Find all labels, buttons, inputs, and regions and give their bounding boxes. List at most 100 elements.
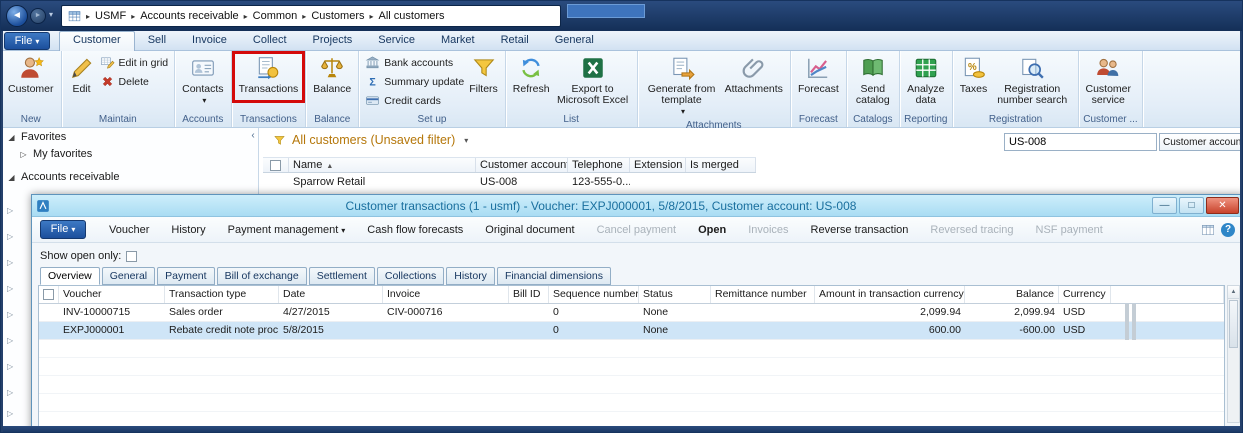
attachments-button[interactable]: Attachments [722,53,786,97]
help-icon[interactable]: ? [1221,223,1235,237]
analyze-data-button[interactable]: Analyze data [904,53,948,108]
select-all-cell[interactable] [39,286,59,303]
list-filter-header[interactable]: All customers (Unsaved filter) ▾ [273,133,468,147]
tab-general[interactable]: General [102,267,155,285]
tree-collapsed-icon[interactable]: ▷ [7,206,13,215]
menu-original-document[interactable]: Original document [474,224,585,236]
col-sequence-number[interactable]: Sequence number [549,286,639,303]
credit-cards-button[interactable]: Credit cards [363,91,466,110]
menu-history[interactable]: History [160,224,216,236]
transactions-button[interactable]: Transactions [236,53,302,97]
menu-nsf-payment[interactable]: NSF payment [1025,224,1114,236]
tab-projects[interactable]: Projects [300,31,366,51]
transaction-row[interactable]: INV-10000715 Sales order 4/27/2015 CIV-0… [39,304,1224,322]
customer-new-button[interactable]: Customer [5,53,57,97]
vertical-scrollbar[interactable]: ▲ [1227,285,1240,423]
menu-cash-flow-forecasts[interactable]: Cash flow forecasts [356,224,474,236]
column-layout-icon[interactable] [1201,223,1215,237]
tree-collapsed-icon[interactable]: ▷ [19,150,28,159]
tab-retail[interactable]: Retail [488,31,542,51]
menu-open[interactable]: Open [687,224,737,236]
nav-item-accounts-receivable[interactable]: ◢ Accounts receivable [1,168,258,185]
breadcrumb-item-module[interactable]: Accounts receivable [140,10,238,22]
col-amount[interactable]: Amount in transaction currency [815,286,965,303]
tree-expanded-icon[interactable]: ◢ [7,173,16,182]
summary-update-button[interactable]: Summary update [363,72,466,91]
quick-filter-input[interactable] [1004,133,1157,151]
tab-service[interactable]: Service [365,31,428,51]
breadcrumb-item-page[interactable]: All customers [379,10,445,22]
select-all-checkbox[interactable] [263,158,289,172]
checkbox[interactable] [270,160,281,171]
send-catalog-button[interactable]: Send catalog [851,53,895,108]
contacts-button[interactable]: Contacts ▾ [179,53,226,108]
filters-button[interactable]: Filters [466,53,501,97]
col-name[interactable]: Name▲ [289,158,476,172]
window-title-bar[interactable]: Customer transactions (1 - usmf) - Vouch… [32,195,1243,217]
tree-collapsed-icon[interactable]: ▷ [7,336,13,345]
show-open-only-checkbox[interactable] [126,251,137,262]
menu-payment-management[interactable]: Payment management▾ [217,224,357,236]
tab-settlement[interactable]: Settlement [309,267,375,285]
bank-accounts-button[interactable]: Bank accounts [363,53,466,72]
col-remittance-number[interactable]: Remittance number [711,286,815,303]
tree-collapsed-icon[interactable]: ▷ [7,310,13,319]
tree-expanded-icon[interactable]: ◢ [7,133,16,142]
col-is-merged[interactable]: Is merged [686,158,756,172]
tree-collapsed-icon[interactable]: ▷ [7,232,13,241]
tab-customer[interactable]: Customer [59,31,135,51]
tab-history[interactable]: History [446,267,495,285]
back-button[interactable]: ◄ [6,5,28,27]
tab-sell[interactable]: Sell [135,31,179,51]
forecast-button[interactable]: Forecast [795,53,842,97]
col-telephone[interactable]: Telephone [568,158,630,172]
tree-collapsed-icon[interactable]: ▷ [7,388,13,397]
menu-voucher[interactable]: Voucher [98,224,160,236]
col-voucher[interactable]: Voucher [59,286,165,303]
balance-button[interactable]: Balance [310,53,354,97]
col-invoice[interactable]: Invoice [383,286,509,303]
transaction-row-selected[interactable]: EXPJ000001 Rebate credit note proc... 5/… [39,322,1224,340]
maximize-button[interactable]: □ [1179,197,1204,214]
nav-pane-collapse-button[interactable]: ‹ [247,130,259,143]
tab-collect[interactable]: Collect [240,31,300,51]
tab-payment[interactable]: Payment [157,267,214,285]
col-transaction-type[interactable]: Transaction type [165,286,279,303]
col-extension[interactable]: Extension [630,158,686,172]
tab-invoice[interactable]: Invoice [179,31,240,51]
tree-collapsed-icon[interactable]: ▷ [7,409,13,418]
customer-service-button[interactable]: Customer service [1083,53,1133,108]
nav-item-favorites[interactable]: ◢ Favorites [1,128,258,145]
col-status[interactable]: Status [639,286,711,303]
forward-button[interactable]: ► [30,8,46,24]
tree-collapsed-icon[interactable]: ▷ [7,362,13,371]
breadcrumb-item-company[interactable]: USMF [95,10,126,22]
col-bill-id[interactable]: Bill ID [509,286,549,303]
close-button[interactable]: ✕ [1206,197,1239,214]
transactions-file-button[interactable]: File▾ [40,220,86,239]
col-date[interactable]: Date [279,286,383,303]
col-customer-account[interactable]: Customer account [476,158,568,172]
tab-general[interactable]: General [542,31,607,51]
tab-overview[interactable]: Overview [40,267,100,285]
scroll-up-icon[interactable]: ▲ [1228,286,1239,299]
menu-invoices[interactable]: Invoices [737,224,799,236]
file-menu-button[interactable]: File▾ [4,32,50,50]
refresh-button[interactable]: Refresh [510,53,553,97]
nav-history-dropdown-icon[interactable]: ▾ [49,10,53,19]
customer-row[interactable]: Sparrow Retail US-008 123-555-0... [263,174,756,191]
col-currency[interactable]: Currency [1059,286,1111,303]
export-to-excel-button[interactable]: Export to Microsoft Excel [553,53,633,108]
generate-from-template-button[interactable]: Generate from template ▾ [642,53,722,119]
edit-button[interactable]: Edit [66,53,98,97]
taxes-button[interactable]: Taxes [957,53,990,97]
checkbox[interactable] [43,289,54,300]
nav-item-my-favorites[interactable]: ▷ My favorites [1,145,258,162]
quick-filter-field-dropdown[interactable]: Customer account ▾ [1159,133,1243,151]
tab-bill-of-exchange[interactable]: Bill of exchange [217,267,307,285]
breadcrumb-item-page-group[interactable]: Customers [311,10,364,22]
scrollbar-thumb[interactable] [1229,300,1238,348]
registration-number-search-button[interactable]: Registration number search [990,53,1074,108]
menu-reverse-transaction[interactable]: Reverse transaction [800,224,920,236]
menu-cancel-payment[interactable]: Cancel payment [586,224,688,236]
